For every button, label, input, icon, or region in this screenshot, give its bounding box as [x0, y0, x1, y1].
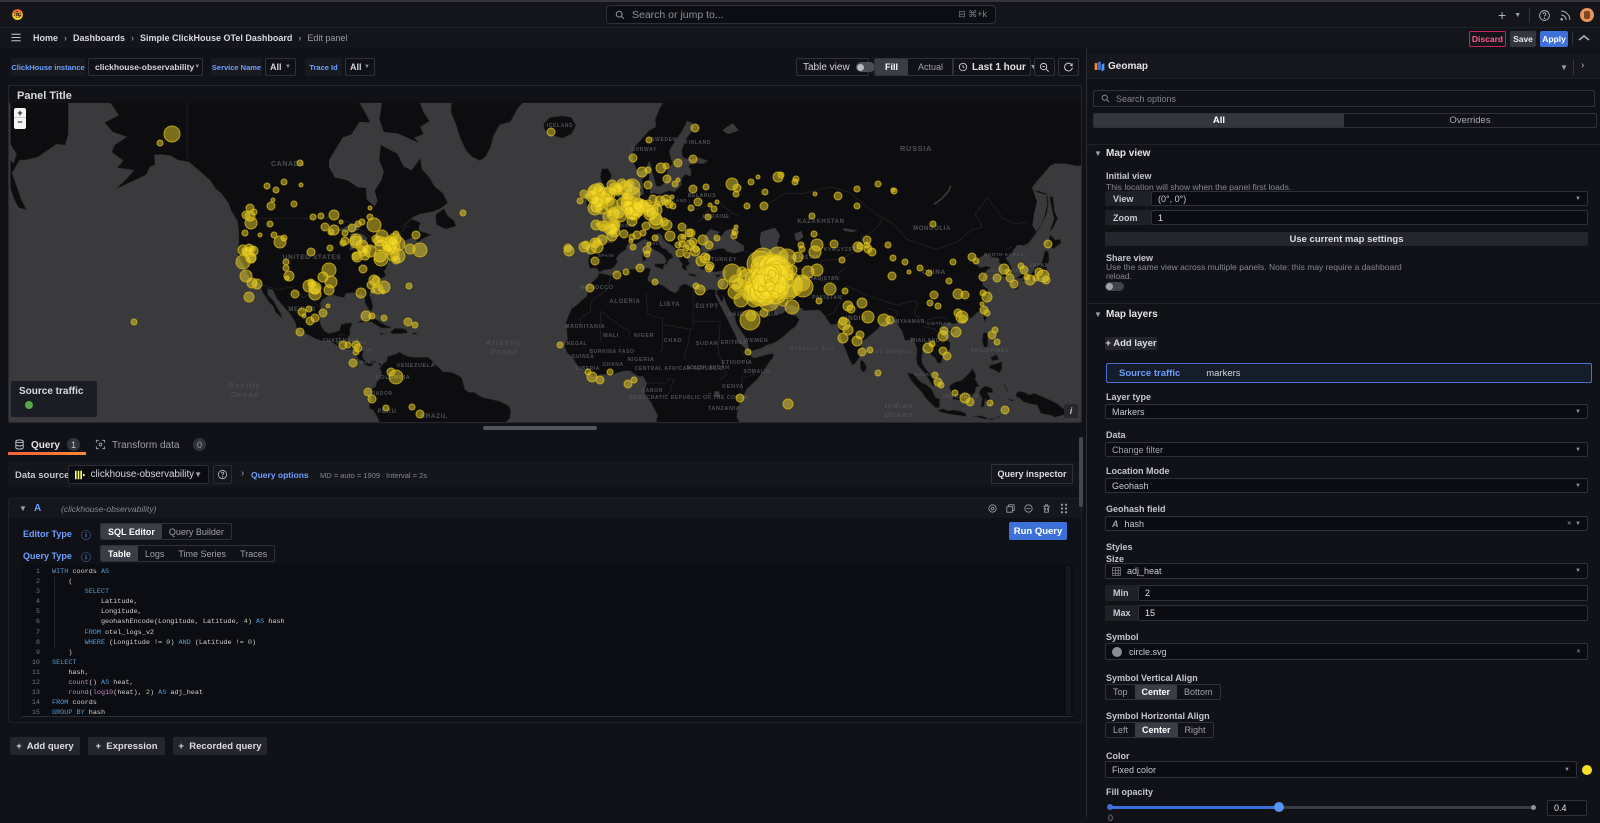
svg-text:PHILIPPINES: PHILIPPINES	[971, 348, 1009, 354]
svg-text:PANAMA: PANAMA	[360, 360, 383, 365]
svg-text:NIGERIA: NIGERIA	[627, 357, 654, 363]
svg-text:Indian: Indian	[885, 401, 914, 410]
svg-text:GHANA: GHANA	[602, 362, 623, 368]
svg-text:Arabian Sea: Arabian Sea	[789, 346, 835, 352]
svg-text:RUSSIA: RUSSIA	[900, 144, 932, 153]
svg-text:KAZAKHSTAN: KAZAKHSTAN	[797, 219, 844, 225]
svg-text:Ocean: Ocean	[885, 410, 914, 419]
svg-text:VIETNAM: VIETNAM	[927, 321, 951, 326]
svg-text:Ocean: Ocean	[490, 347, 519, 356]
svg-text:SUDAN: SUDAN	[696, 341, 719, 347]
svg-text:MOROCCO: MOROCCO	[580, 285, 614, 291]
svg-text:Atlantic: Atlantic	[485, 338, 523, 347]
svg-text:SPAIN: SPAIN	[598, 253, 614, 258]
svg-text:Pacific: Pacific	[229, 381, 261, 390]
svg-text:NIGER: NIGER	[634, 333, 654, 339]
svg-text:BELARUS: BELARUS	[688, 193, 716, 199]
svg-text:DEMOCRATIC REPUBLIC OF THE CON: DEMOCRATIC REPUBLIC OF THE CONGO	[629, 395, 749, 401]
svg-text:KENYA: KENYA	[722, 384, 744, 390]
svg-text:GUINEA: GUINEA	[571, 354, 594, 360]
svg-text:ETHIOPIA: ETHIOPIA	[722, 360, 753, 366]
svg-text:TURKEY: TURKEY	[711, 257, 737, 263]
svg-text:ALGERIA: ALGERIA	[609, 299, 640, 305]
svg-text:GABON: GABON	[641, 388, 663, 394]
svg-text:ERITREA: ERITREA	[721, 340, 747, 346]
svg-text:EGYPT: EGYPT	[695, 304, 718, 310]
svg-text:SOMALIA: SOMALIA	[743, 369, 770, 375]
svg-text:YEMEN: YEMEN	[746, 338, 769, 344]
svg-text:SWEDEN: SWEDEN	[651, 137, 677, 143]
svg-text:TANZANIA: TANZANIA	[708, 406, 741, 412]
svg-text:NORTH KOREA: NORTH KOREA	[984, 252, 1024, 257]
svg-text:CHAD: CHAD	[664, 338, 682, 344]
svg-text:MAURITANIA: MAURITANIA	[565, 324, 605, 330]
svg-text:MYANMAR: MYANMAR	[895, 319, 925, 325]
svg-text:NORWAY: NORWAY	[631, 147, 657, 153]
svg-text:BURKINA FASO: BURKINA FASO	[589, 349, 634, 355]
svg-text:FINLAND: FINLAND	[685, 140, 711, 146]
svg-text:Ocean: Ocean	[231, 390, 260, 399]
svg-text:VENEZUELA: VENEZUELA	[397, 363, 436, 369]
svg-text:THAILAND: THAILAND	[910, 338, 940, 344]
svg-text:LIBYA: LIBYA	[660, 302, 681, 308]
svg-text:MALI: MALI	[603, 333, 619, 339]
